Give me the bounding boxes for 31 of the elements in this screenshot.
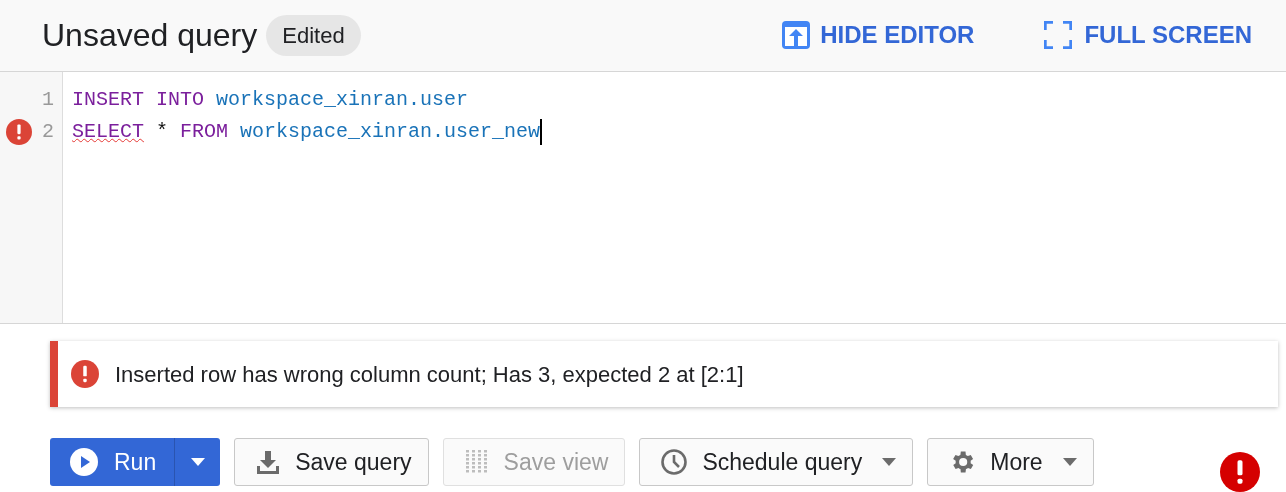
query-title: Unsaved query <box>42 16 258 56</box>
code-token: SELECT <box>72 118 144 145</box>
run-options-button[interactable] <box>174 438 221 486</box>
error-icon <box>71 360 99 388</box>
error-message: Inserted row has wrong column count; Has 3, expected 2 at [2:1] <box>115 360 744 389</box>
clock-icon <box>660 448 689 476</box>
caret-icon <box>1062 458 1077 466</box>
line-number: 2 <box>42 118 54 145</box>
line-number: 1 <box>42 86 54 113</box>
run-button[interactable]: Run <box>50 438 175 486</box>
code-token: workspace_xinran.user <box>216 86 469 113</box>
toolbar-button[interactable]: Schedule query <box>639 438 914 486</box>
caret-icon <box>190 458 205 466</box>
caret-icon <box>882 458 897 466</box>
code-token: INSERT <box>72 86 144 113</box>
hide-editor-button[interactable]: HIDE EDITOR <box>782 17 975 54</box>
code-token: FROM <box>180 118 229 145</box>
download-icon <box>255 449 282 475</box>
code-editor[interactable]: 1 2 INSERT INTO workspace_xinran.user SELECT * FROM workspace_xinran.user_new <box>0 71 1286 324</box>
code-token: workspace_xinran.user_new <box>240 118 541 145</box>
full-screen-button[interactable]: FULL SCREEN <box>1044 17 1252 54</box>
toolbar-button[interactable]: More <box>927 438 1094 486</box>
error-icon <box>6 118 32 145</box>
toolbar-button[interactable]: Save query <box>234 438 429 486</box>
play-icon <box>70 448 98 476</box>
dotted-grid-icon <box>463 449 490 475</box>
code-token: * <box>156 118 169 145</box>
code-token: INTO <box>156 86 205 113</box>
upload-icon <box>782 21 811 50</box>
status-badge: Edited <box>266 14 361 56</box>
fullscreen-icon <box>1044 21 1073 50</box>
